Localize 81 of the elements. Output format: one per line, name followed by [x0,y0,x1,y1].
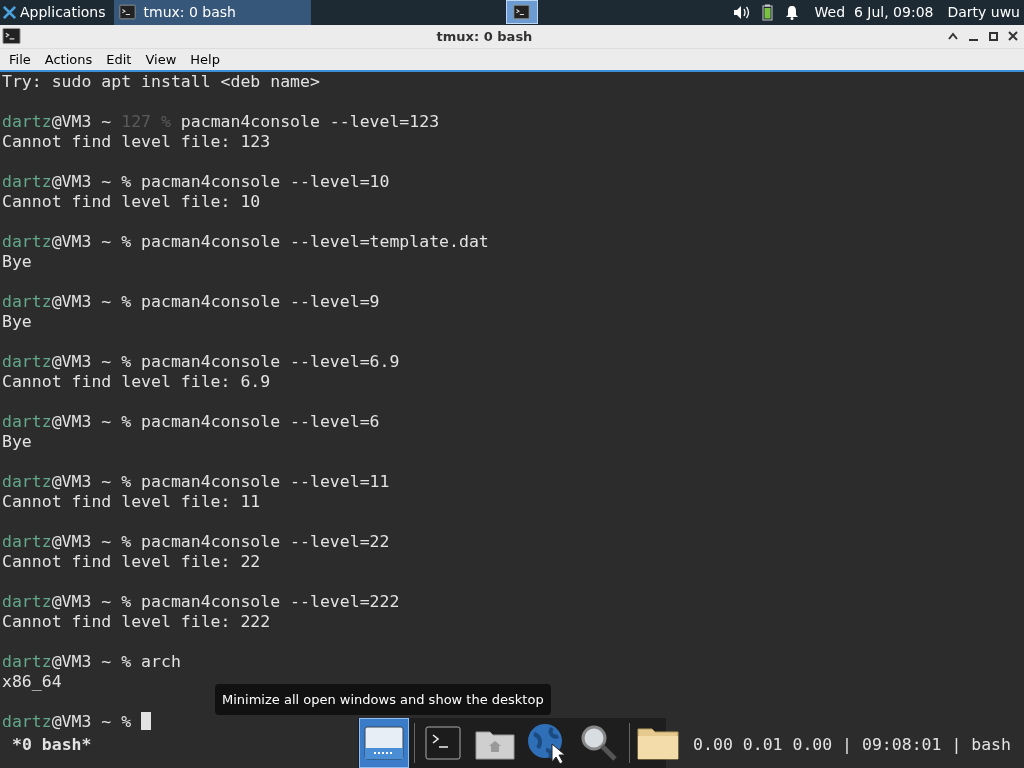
volume-icon[interactable] [732,4,750,20]
command-text: pacman4console --level=template.dat [140,232,489,252]
output-line: Cannot find level file: 222 [2,612,271,632]
window-title: tmux: 0 bash [436,27,533,46]
user-name[interactable]: Darty uwu [947,1,1020,23]
prompt-symbol: % [121,352,132,372]
terminal-icon [118,4,136,21]
prompt-host: @VM3 ~ [51,712,113,732]
command-text: pacman4console --level=222 [140,592,400,612]
menu-item[interactable]: Edit [101,49,137,70]
workspace-button[interactable] [505,0,538,25]
prompt-symbol: % [121,472,132,492]
command-text: pacman4console --level=22 [140,532,390,552]
prompt-host: @VM3 ~ [51,232,113,252]
prompt-host: @VM3 ~ [51,292,113,312]
close-icon[interactable] [1008,31,1018,42]
prompt-host: @VM3 ~ [51,532,113,552]
window-name: *0 bash* [12,735,92,755]
folder-icon [636,725,680,761]
output-line: Bye [2,252,32,272]
clock[interactable]: Wed 6 Jul, 09:08 [814,1,934,23]
desktop-icon [364,726,404,760]
command-text: pacman4console --level=123 [179,112,440,132]
prompt-symbol: % [121,232,132,252]
maximize-icon[interactable] [989,31,998,41]
terminal-icon [425,726,461,760]
output-line: x86_64 [2,672,62,692]
x-logo-icon [2,4,17,20]
prompt-host: @VM3 ~ [51,592,113,612]
prompt-host: @VM3 ~ [51,112,113,132]
command-text: pacman4console --level=10 [140,172,390,192]
prompt-user: dartz [2,112,52,132]
status-info: 0.00 0.01 0.00 | 09:08:01 | bash [693,735,1011,755]
prompt-symbol: % [121,712,132,732]
output-line: Bye [2,432,32,452]
prompt-symbol: % [121,292,132,312]
prompt-host: @VM3 ~ [51,412,113,432]
chevron-up-icon[interactable] [948,32,958,41]
prompt-user: dartz [2,412,52,432]
command-text: pacman4console --level=9 [140,292,380,312]
output-line: Cannot find level file: 123 [2,132,271,152]
prompt-user: dartz [2,592,52,612]
battery-icon[interactable] [761,3,773,21]
output-line: Cannot find level file: 11 [2,492,261,512]
prompt-symbol: % [121,592,132,612]
prompt-user: dartz [2,532,52,552]
terminal-icon [513,4,531,21]
prompt-user: dartz [2,652,52,672]
applications-menu[interactable]: Applications [0,0,114,25]
prompt-symbol: % [121,412,132,432]
prompt-host: @VM3 ~ [51,172,113,192]
output-line: Cannot find level file: 6.9 [2,372,271,392]
taskbar-button[interactable]: tmux: 0 bash [113,0,311,25]
menu-item[interactable]: Actions [39,49,98,70]
command-text: pacman4console --level=6 [140,412,380,432]
prompt-user: dartz [2,172,52,192]
prompt-host: @VM3 ~ [51,472,113,492]
menu-item[interactable]: File [4,49,36,70]
output-line: Cannot find level file: 10 [2,192,261,212]
bell-icon[interactable] [784,4,799,20]
command-text: arch [140,652,181,672]
prompt-symbol: % [121,172,132,192]
prompt-symbol: % [121,652,132,672]
prompt-user: dartz [2,712,52,732]
tooltip: Minimize all open windows and show the desktop [215,684,551,715]
magnifier-icon [579,723,619,763]
menu-item[interactable]: View [140,49,182,70]
prompt-user: dartz [2,352,52,372]
output-line: Try: sudo apt install <deb name> [2,72,320,92]
prompt-symbol: % [121,532,132,552]
output-line: Bye [2,312,32,332]
command-text: pacman4console --level=11 [140,472,390,492]
globe-icon [526,722,568,764]
prompt-host: @VM3 ~ [51,352,113,372]
output-line: Cannot find level file: 22 [2,552,261,572]
prompt-user: dartz [2,472,52,492]
prompt-user: dartz [2,292,52,312]
prompt-user: dartz [2,232,52,252]
menu-item[interactable]: Help [185,49,225,70]
command-text: pacman4console --level=6.9 [140,352,400,372]
prompt-host: @VM3 ~ [51,652,113,672]
